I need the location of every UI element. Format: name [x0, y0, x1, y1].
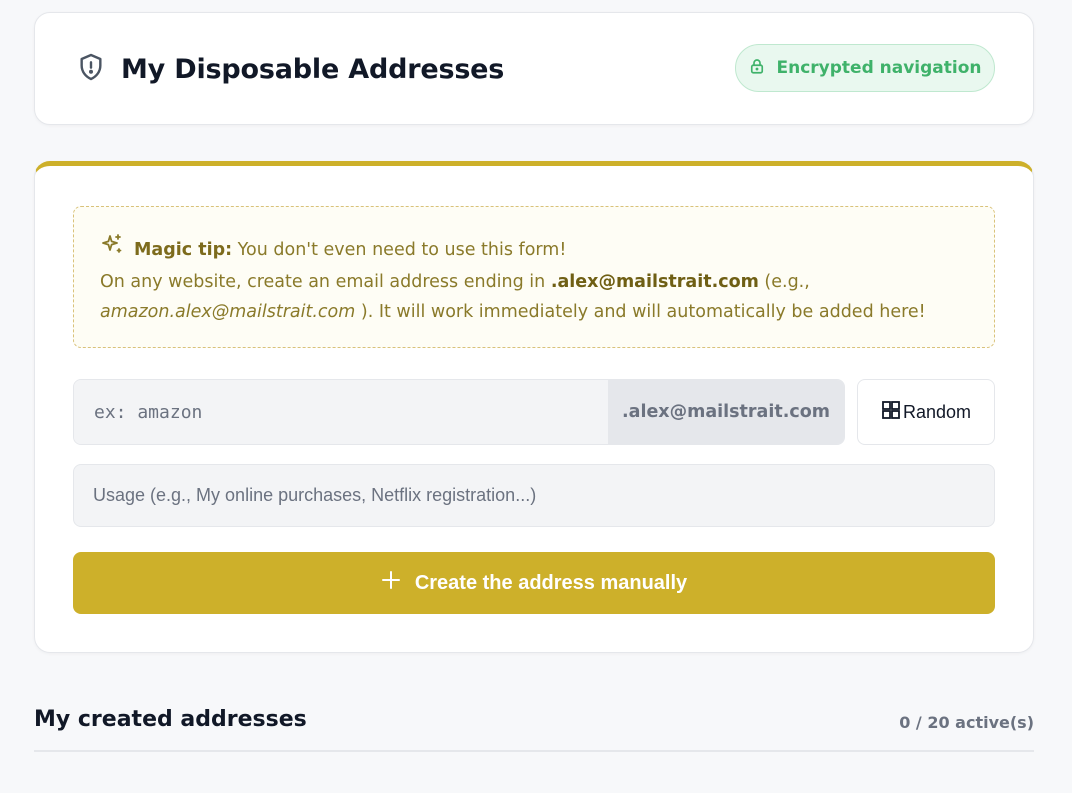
tip-label: Magic tip:	[134, 240, 233, 260]
shield-alert-icon	[75, 51, 107, 87]
create-address-card: Magic tip: You don't even need to use th…	[34, 161, 1034, 653]
tip-line-2: On any website, create an email address …	[100, 267, 968, 297]
encrypted-navigation-badge: Encrypted navigation	[735, 44, 995, 92]
usage-input[interactable]	[73, 464, 995, 527]
tip-text-1: You don't even need to use this form!	[232, 240, 567, 260]
tip-line-1: Magic tip: You don't even need to use th…	[100, 233, 968, 267]
created-addresses-title: My created addresses	[34, 707, 307, 732]
tip-email-suffix: .alex@mailstrait.com	[550, 272, 759, 292]
tip-example: amazon.alex@mailstrait.com	[100, 302, 356, 322]
header-card: My Disposable Addresses Encrypted naviga…	[34, 12, 1034, 125]
address-suffix: .alex@mailstrait.com	[608, 380, 844, 444]
random-button-label: Random	[902, 401, 972, 422]
badge-label: Encrypted navigation	[776, 58, 982, 78]
page-title: My Disposable Addresses	[121, 53, 505, 85]
grid-icon	[881, 400, 901, 425]
tip-text-2: On any website, create an email address …	[100, 272, 551, 292]
create-address-button[interactable]: Create the address manually	[73, 552, 995, 614]
active-count: 0 / 20 active(s)	[899, 713, 1034, 732]
magic-tip-box: Magic tip: You don't even need to use th…	[73, 206, 995, 348]
random-button[interactable]: Random	[857, 379, 995, 445]
tip-text-3: ). It will work immediately and will aut…	[355, 302, 926, 322]
tip-text-2b: (e.g.,	[758, 272, 810, 292]
prefix-input-group: .alex@mailstrait.com	[73, 379, 845, 445]
header-title-wrap: My Disposable Addresses	[75, 51, 504, 87]
section-divider	[34, 750, 1034, 752]
lock-icon	[748, 57, 766, 80]
create-address-button-label: Create the address manually	[414, 571, 688, 594]
address-prefix-row: .alex@mailstrait.com Random	[73, 379, 995, 445]
sparkles-icon	[100, 233, 124, 267]
tip-line-3: amazon.alex@mailstrait.com ). It will wo…	[100, 297, 968, 327]
plus-icon	[381, 570, 401, 596]
address-prefix-input[interactable]	[74, 380, 608, 444]
